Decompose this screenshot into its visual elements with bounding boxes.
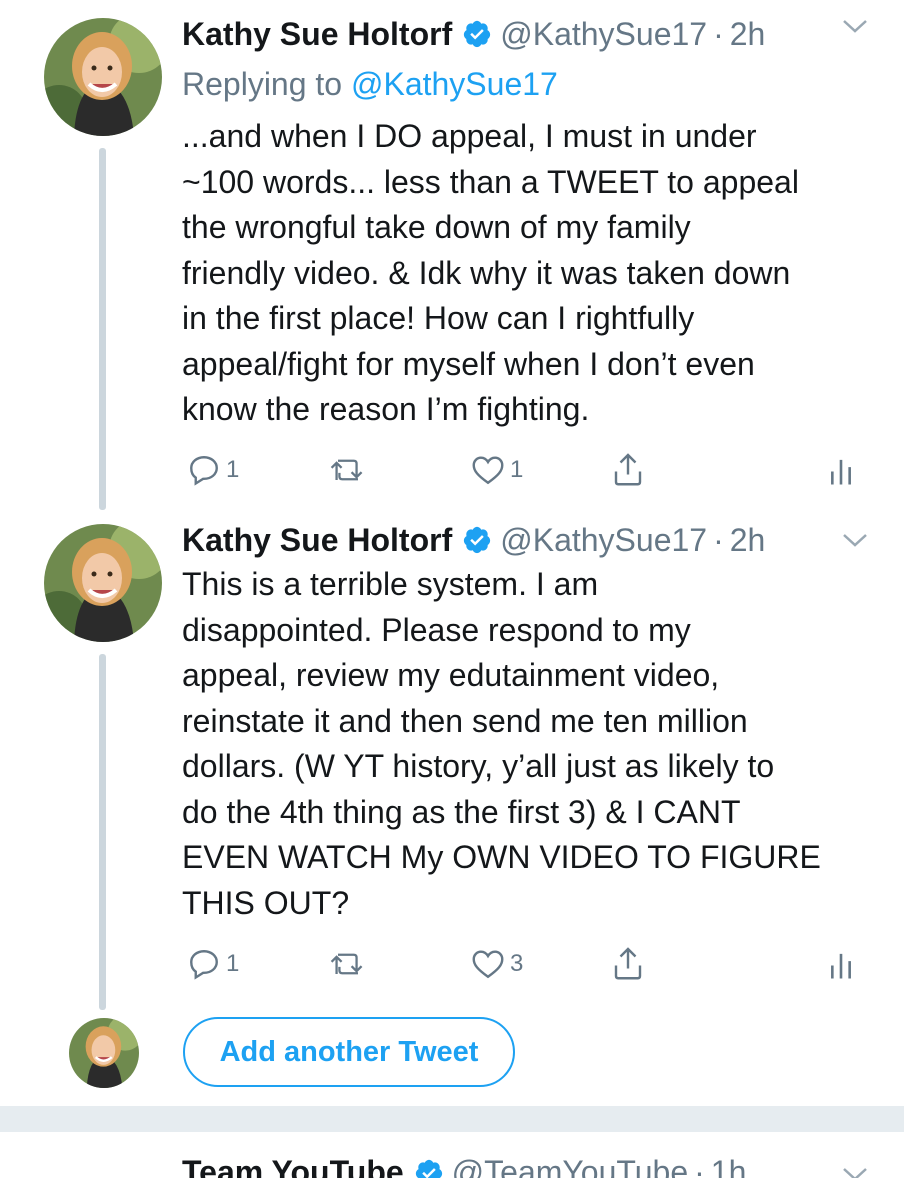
action-bar: 1 1	[182, 450, 862, 490]
reply-button[interactable]: 1	[186, 944, 239, 984]
replying-to-label: Replying to	[182, 66, 351, 102]
share-icon	[614, 947, 642, 980]
tweet-header: Kathy Sue Holtorf @KathySue17 · 2h	[182, 516, 765, 564]
reply-count: 1	[226, 456, 240, 483]
separator-dot: ·	[713, 522, 724, 558]
avatar[interactable]	[44, 18, 162, 136]
analytics-icon	[831, 953, 851, 979]
analytics-button[interactable]	[828, 450, 854, 490]
reply-icon	[190, 456, 218, 486]
author-name[interactable]: Kathy Sue Holtorf	[182, 520, 452, 560]
like-button[interactable]: 1	[470, 450, 523, 490]
retweet-button[interactable]	[328, 944, 372, 984]
tweet-text: This is a terrible system. I am disappoi…	[182, 566, 821, 921]
action-bar: 1 3	[182, 944, 862, 984]
reply-count: 1	[226, 950, 240, 977]
retweet-icon	[330, 953, 363, 975]
add-another-tweet-button[interactable]: Add another Tweet	[183, 1017, 515, 1087]
separator-dot: ·	[713, 16, 724, 52]
scroll-edge	[0, 1178, 904, 1200]
timestamp[interactable]: 2h	[730, 520, 766, 560]
like-button[interactable]: 3	[470, 944, 523, 984]
chevron-down-icon[interactable]	[842, 18, 868, 34]
author-handle[interactable]: @KathySue17	[500, 520, 707, 560]
share-icon	[614, 453, 642, 486]
thread-line	[99, 148, 106, 510]
heart-icon	[472, 950, 504, 979]
replying-to-handle[interactable]: @KathySue17	[351, 66, 558, 102]
retweet-icon	[330, 459, 363, 481]
heart-icon	[472, 456, 504, 485]
tweet-2[interactable]: Kathy Sue Holtorf @KathySue17 · 2h This …	[0, 520, 904, 1010]
like-count: 3	[510, 950, 524, 977]
share-button[interactable]	[610, 944, 646, 984]
author-name[interactable]: Kathy Sue Holtorf	[182, 14, 452, 54]
like-count: 1	[510, 456, 524, 483]
compose-avatar	[69, 1018, 139, 1088]
tweet-header: Kathy Sue Holtorf @KathySue17 · 2h	[182, 10, 765, 58]
reply-button[interactable]: 1	[186, 450, 239, 490]
author-handle[interactable]: @KathySue17	[500, 14, 707, 54]
share-button[interactable]	[610, 450, 646, 490]
analytics-button[interactable]	[828, 944, 854, 984]
avatar[interactable]	[44, 524, 162, 642]
retweet-button[interactable]	[328, 450, 372, 490]
analytics-icon	[831, 459, 851, 485]
replying-to: Replying to @KathySue17	[182, 66, 558, 103]
section-divider	[0, 1106, 904, 1132]
verified-badge-icon	[464, 526, 491, 554]
tweet-text: ...and when I DO appeal, I must in under…	[182, 118, 799, 427]
thread-line	[99, 654, 106, 1010]
tweet-1[interactable]: Kathy Sue Holtorf @KathySue17 · 2h Reply…	[0, 0, 904, 520]
verified-badge-icon	[464, 20, 491, 48]
reply-icon	[190, 950, 218, 980]
timestamp[interactable]: 2h	[730, 14, 766, 54]
chevron-down-icon[interactable]	[842, 532, 868, 548]
